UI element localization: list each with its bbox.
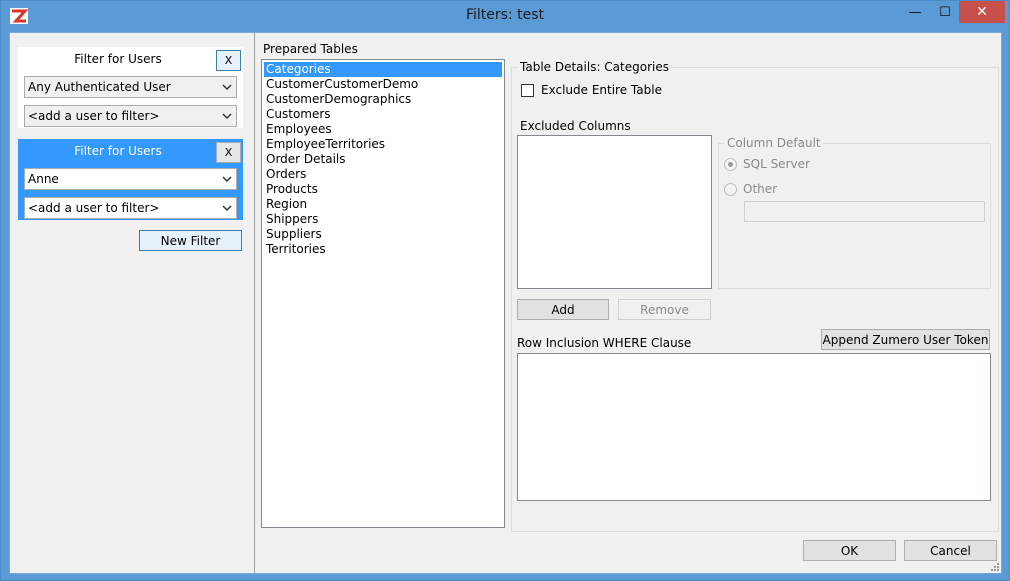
filter-block-2[interactable]: Filter for Users X Anne <add a user to f… <box>18 139 243 220</box>
table-list-item[interactable]: Customers <box>264 107 502 122</box>
ok-button[interactable]: OK <box>803 540 896 561</box>
maximize-button[interactable]: ☐ <box>931 1 959 23</box>
cancel-button[interactable]: Cancel <box>904 540 997 561</box>
table-details-legend: Table Details: Categories <box>518 60 671 74</box>
table-list-item[interactable]: CustomerCustomerDemo <box>264 77 502 92</box>
table-list-item[interactable]: Shippers <box>264 212 502 227</box>
where-clause-textarea[interactable] <box>517 353 991 501</box>
table-list-item[interactable]: Employees <box>264 122 502 137</box>
exclude-table-row[interactable]: Exclude Entire Table <box>521 83 662 97</box>
other-label: Other <box>743 182 778 196</box>
excluded-columns-list[interactable] <box>517 135 712 289</box>
table-list-item[interactable]: Order Details <box>264 152 502 167</box>
table-list-item[interactable]: Suppliers <box>264 227 502 242</box>
other-value-input[interactable] <box>744 201 985 222</box>
filter-list-panel: Filter for Users X Any Authenticated Use… <box>10 33 255 573</box>
chevron-down-icon <box>222 84 232 91</box>
close-window-button[interactable]: ✕ <box>959 1 1005 23</box>
resize-grip-icon[interactable] <box>990 562 1000 572</box>
table-list-item[interactable]: Territories <box>264 242 502 257</box>
prepared-tables-list[interactable]: Categories CustomerCustomerDemo Customer… <box>261 59 505 528</box>
table-list-item[interactable]: Categories <box>264 62 502 77</box>
remove-filter-button[interactable]: X <box>216 50 241 71</box>
user-select[interactable]: Anne <box>24 168 237 190</box>
chevron-down-icon <box>222 205 232 212</box>
column-default-legend: Column Default <box>725 136 823 150</box>
chevron-down-icon <box>222 176 232 183</box>
table-list-item[interactable]: Orders <box>264 167 502 182</box>
remove-filter-button[interactable]: X <box>216 142 241 163</box>
chevron-down-icon <box>222 113 232 120</box>
add-user-select[interactable]: <add a user to filter> <box>24 197 237 219</box>
title-bar[interactable]: Filters: test — ☐ ✕ <box>1 1 1009 32</box>
table-list-item[interactable]: Region <box>264 197 502 212</box>
add-user-select[interactable]: <add a user to filter> <box>24 105 237 127</box>
table-list-item[interactable]: Products <box>264 182 502 197</box>
dialog-client-area: Filter for Users X Any Authenticated Use… <box>9 32 1002 574</box>
user-select[interactable]: Any Authenticated User <box>24 76 237 98</box>
excluded-columns-label: Excluded Columns <box>520 119 631 133</box>
filter-title: Filter for Users <box>74 144 162 158</box>
exclude-table-label: Exclude Entire Table <box>541 83 662 97</box>
filter-title: Filter for Users <box>74 52 162 66</box>
append-user-token-button[interactable]: Append Zumero User Token <box>821 329 990 350</box>
prepared-tables-label: Prepared Tables <box>263 42 358 56</box>
sql-server-radio[interactable] <box>724 157 737 171</box>
add-column-button[interactable]: Add <box>517 299 609 320</box>
add-user-select-value: <add a user to filter> <box>28 109 160 123</box>
table-list-item[interactable]: EmployeeTerritories <box>264 137 502 152</box>
add-user-select-value: <add a user to filter> <box>28 201 160 215</box>
new-filter-button[interactable]: New Filter <box>139 230 242 251</box>
exclude-table-checkbox[interactable] <box>521 83 534 97</box>
sql-server-label: SQL Server <box>743 157 810 171</box>
sql-server-radio-row[interactable]: SQL Server <box>724 157 810 171</box>
other-radio-row[interactable]: Other <box>724 182 777 196</box>
other-radio[interactable] <box>724 182 737 196</box>
table-list-item[interactable]: CustomerDemographics <box>264 92 502 107</box>
user-select-value: Anne <box>28 172 59 186</box>
user-select-value: Any Authenticated User <box>28 80 171 94</box>
filter-block-1[interactable]: Filter for Users X Any Authenticated Use… <box>18 47 243 128</box>
filters-window: Filters: test — ☐ ✕ Filter for Users X A… <box>0 0 1010 581</box>
where-clause-label: Row Inclusion WHERE Clause <box>517 336 692 350</box>
window-title: Filters: test <box>465 7 545 23</box>
remove-column-button[interactable]: Remove <box>618 299 711 320</box>
minimize-button[interactable]: — <box>901 1 929 23</box>
